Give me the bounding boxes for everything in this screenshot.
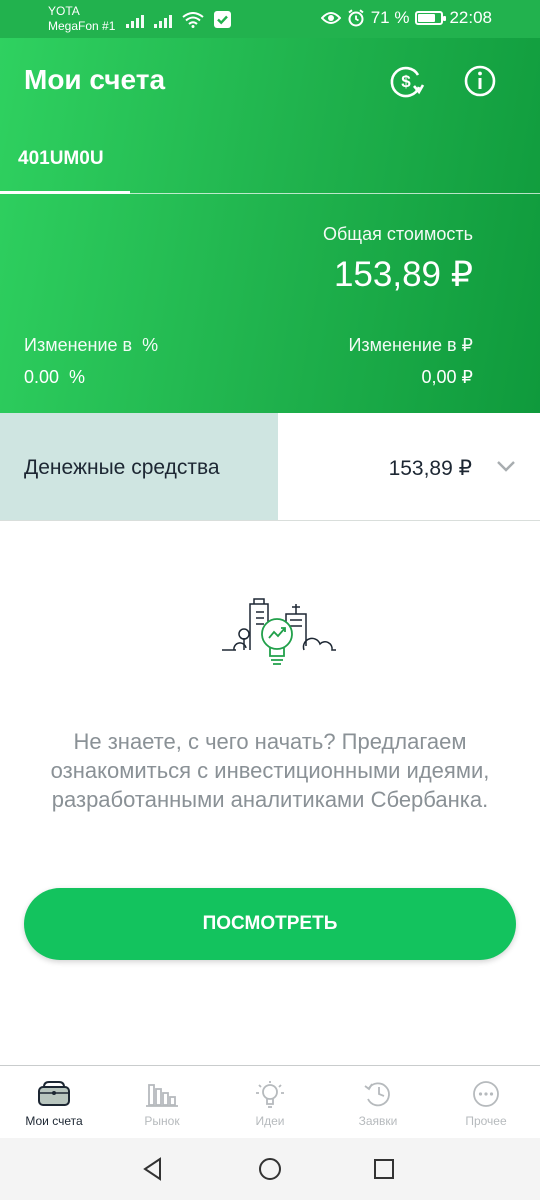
- alarm-icon: [348, 9, 364, 27]
- bottom-nav: Мои счета Рынок Идеи Заявки Прочее: [0, 1065, 540, 1138]
- page-title: Мои счета: [24, 64, 166, 95]
- status-icons-right: 71 % 22:08: [320, 8, 492, 28]
- lightbulb-icon: [256, 1081, 284, 1108]
- recents-icon[interactable]: [370, 1155, 398, 1183]
- nav-market[interactable]: Рынок: [108, 1066, 216, 1138]
- nav-my-accounts[interactable]: Мои счета: [0, 1066, 108, 1138]
- change-percent-value: 0.00 %: [24, 367, 86, 387]
- status-icons-left: [126, 10, 231, 28]
- city-lightbulb-illustration: [222, 598, 336, 665]
- account-tabs: 401UM0U: [0, 122, 540, 194]
- nav-label-ideas: Идеи: [255, 1114, 285, 1128]
- svg-text:$: $: [401, 72, 411, 91]
- change-rub-label: Изменение в ₽: [348, 335, 473, 355]
- nav-ideas[interactable]: Идеи: [216, 1066, 324, 1138]
- tab-401um0u[interactable]: 401UM0U: [0, 122, 130, 194]
- currency-exchange-icon[interactable]: $: [387, 62, 425, 100]
- view-ideas-button[interactable]: ПОСМОТРЕТЬ: [24, 888, 516, 960]
- status-bar: YOTA MegaFon #1 71 % 22:08: [0, 0, 540, 38]
- carrier-2: MegaFon #1: [48, 19, 116, 33]
- signal-2-icon: [154, 12, 172, 28]
- home-icon[interactable]: [256, 1155, 284, 1183]
- wallet-icon: [38, 1081, 70, 1106]
- nav-label-market: Рынок: [144, 1114, 180, 1128]
- carrier-info: YOTA MegaFon #1: [48, 4, 115, 34]
- total-value-label: Общая стоимость: [323, 224, 473, 244]
- accounts-header: Мои счета $ 401UM0U Общая стоимость 153,…: [0, 38, 540, 413]
- bar-chart-icon: [146, 1084, 178, 1107]
- system-nav-bar: [0, 1138, 540, 1200]
- nav-orders[interactable]: Заявки: [324, 1066, 432, 1138]
- change-percent-label: Изменение в %: [24, 335, 159, 355]
- promo-text: Не знаете, с чего начать? Предлагаем озн…: [50, 729, 490, 812]
- cash-value: 153,89 ₽: [388, 457, 472, 480]
- total-value: 153,89 ₽: [333, 255, 473, 294]
- nav-label-orders: Заявки: [358, 1114, 398, 1128]
- more-icon: [473, 1081, 499, 1107]
- info-icon[interactable]: [461, 62, 499, 100]
- chevron-down-icon[interactable]: [496, 459, 516, 473]
- nav-more[interactable]: Прочее: [432, 1066, 540, 1138]
- nav-label-my-accounts: Мои счета: [25, 1114, 83, 1128]
- change-rub-value: 0,00 ₽: [421, 367, 474, 387]
- clock: 22:08: [449, 8, 492, 27]
- tab-active-indicator: [0, 191, 130, 194]
- history-icon: [364, 1082, 390, 1107]
- battery-level: [418, 14, 436, 22]
- signal-1-icon: [126, 12, 144, 28]
- battery-icon: [415, 11, 447, 25]
- nav-label-more: Прочее: [465, 1114, 507, 1128]
- back-icon[interactable]: [139, 1155, 167, 1183]
- cash-row[interactable]: Денежные средства 153,89 ₽: [0, 413, 540, 521]
- carrier-1: YOTA: [48, 4, 80, 18]
- battery-percent: 71 %: [370, 8, 410, 27]
- cash-label: Денежные средства: [24, 456, 220, 479]
- app-screen: YOTA MegaFon #1 71 % 22:08 Мои счета $ 4…: [0, 0, 540, 1200]
- eye-icon: [320, 12, 341, 24]
- checkbox-notification-icon: [214, 11, 231, 28]
- wifi-icon: [182, 12, 204, 28]
